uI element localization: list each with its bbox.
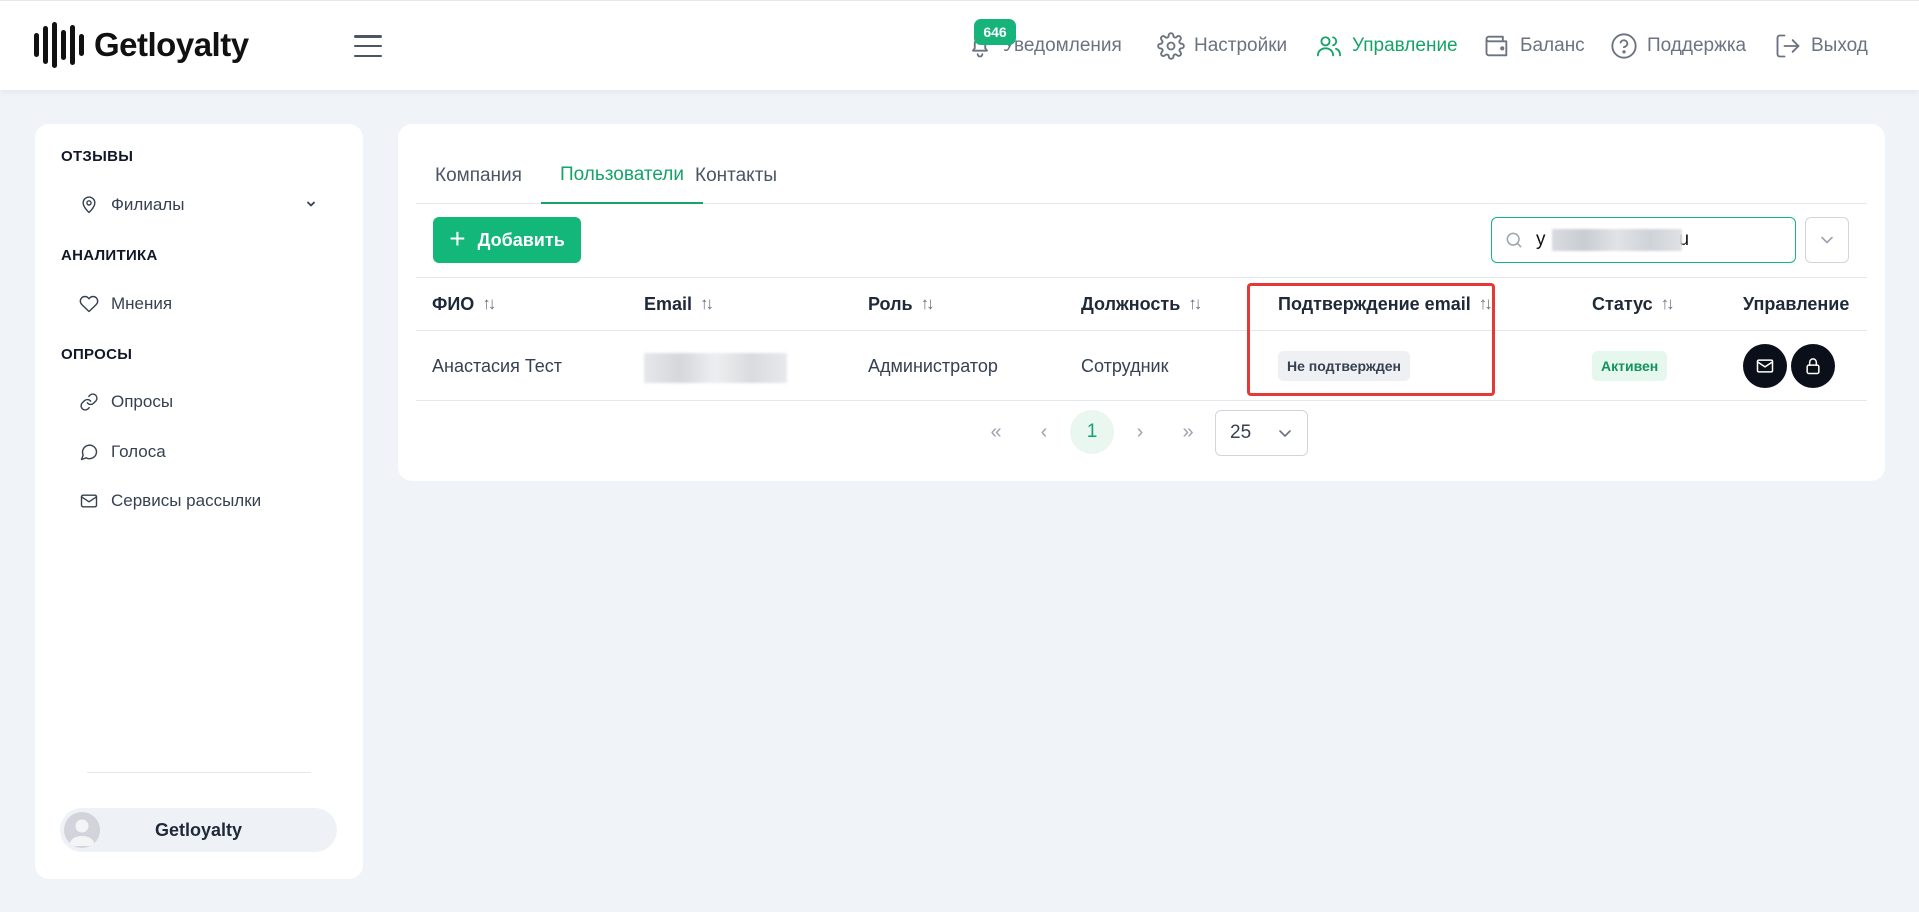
chevron-down-icon [1279, 430, 1291, 437]
column-header-email-confirmation-label: Подтверждение email [1278, 293, 1471, 314]
first-page-button[interactable]: « [974, 410, 1018, 454]
sort-icon: ↑↓ [1188, 294, 1202, 313]
column-header-role[interactable]: Роль ↑↓ [868, 278, 935, 330]
column-header-position[interactable]: Должность ↑↓ [1081, 278, 1202, 330]
lock-user-button[interactable] [1791, 344, 1835, 388]
heart-icon [79, 295, 99, 313]
column-header-name[interactable]: ФИО ↑↓ [432, 278, 496, 330]
column-header-email-label: Email [644, 293, 693, 314]
cell-email-redacted [644, 353, 787, 383]
plus-icon: + [449, 222, 466, 254]
nav-management[interactable]: Управление [1315, 29, 1458, 63]
question-circle-icon [1611, 33, 1637, 59]
email-unconfirmed-badge: Не подтвержден [1278, 351, 1410, 381]
sort-icon: ↑↓ [1478, 294, 1493, 313]
sidebar-item-opinions-label: Мнения [111, 294, 173, 313]
sort-icon: ↑↓ [1660, 294, 1675, 313]
column-header-position-label: Должность [1081, 293, 1181, 314]
column-header-actions-label: Управление [1743, 293, 1850, 314]
column-header-email-confirmation[interactable]: Подтверждение email ↑↓ [1278, 278, 1493, 330]
status-badge: Активен [1592, 351, 1668, 381]
nav-support-label: Поддержка [1647, 35, 1747, 56]
per-page-value: 25 [1230, 422, 1252, 443]
mail-icon [80, 494, 98, 508]
logo-text: Getloyalty [94, 26, 249, 63]
chevron-down-icon [1821, 236, 1833, 244]
column-header-name-label: ФИО [432, 293, 475, 314]
last-page-button[interactable]: » [1166, 410, 1210, 454]
send-email-button[interactable] [1743, 344, 1787, 388]
sidebar-section-reviews: ОТЗЫВЫ [61, 148, 134, 165]
add-user-button[interactable]: + Добавить [433, 217, 581, 263]
sidebar-section-surveys: ОПРОСЫ [61, 346, 133, 363]
gear-icon [1157, 32, 1185, 60]
tab-bar: Компания Пользователи Контакты [416, 148, 1867, 204]
page-number-current[interactable]: 1 [1070, 410, 1114, 454]
chevron-down-icon[interactable] [303, 196, 319, 212]
sidebar-item-branches-label: Филиалы [111, 195, 185, 214]
users-card: Компания Пользователи Контакты + Добавит… [398, 124, 1885, 481]
prev-page-button[interactable]: ‹ [1022, 410, 1066, 454]
user-name: Getloyalty [154, 819, 243, 840]
search-icon [1506, 232, 1522, 248]
notifications-count-badge: 646 [974, 19, 1016, 45]
user-profile[interactable]: Getloyalty [60, 808, 337, 852]
cell-role: Администратор [868, 355, 998, 376]
cell-position: Сотрудник [1081, 355, 1169, 376]
sidebar-divider [87, 772, 311, 773]
column-header-email[interactable]: Email ↑↓ [644, 278, 714, 330]
nav-management-label: Управление [1352, 35, 1458, 56]
nav-settings[interactable]: Настройки [1157, 29, 1287, 63]
logo-icon [34, 21, 84, 69]
table-row: Анастасия Тест Администратор Сотрудник Н… [416, 331, 1867, 401]
tab-contacts[interactable]: Контакты [676, 148, 796, 204]
sidebar-item-mailing-label: Сервисы рассылки [111, 491, 262, 510]
sort-icon: ↑↓ [700, 294, 714, 313]
sidebar-section-analytics: АНАЛИТИКА [61, 247, 158, 264]
lock-icon [1806, 358, 1820, 375]
nav-balance-label: Баланс [1520, 35, 1585, 56]
column-header-status-label: Статус [1592, 293, 1653, 314]
sort-icon: ↑↓ [482, 294, 496, 313]
cell-email-confirmation: Не подтвержден [1278, 331, 1410, 401]
cell-name: Анастасия Тест [432, 355, 563, 376]
logo[interactable]: Getloyalty [34, 21, 249, 69]
nav-notifications-label: Уведомления [1003, 35, 1122, 56]
per-page-select[interactable]: 25 [1215, 410, 1308, 456]
search-redacted-text [1552, 229, 1682, 251]
sidebar-item-votes-label: Голоса [111, 442, 166, 461]
sidebar-item-opinions[interactable]: Мнения [79, 289, 172, 319]
sort-icon: ↑↓ [920, 294, 935, 313]
sidebar-item-mailing[interactable]: Сервисы рассылки [79, 486, 261, 516]
mail-icon [1756, 359, 1774, 373]
link-icon [80, 393, 98, 411]
add-user-button-label: Добавить [477, 229, 565, 250]
column-header-status[interactable]: Статус ↑↓ [1592, 278, 1675, 330]
wallet-icon [1485, 35, 1508, 57]
sidebar: ОТЗЫВЫ Филиалы АНАЛИТИКА Мнения ОПРОСЫ О… [35, 124, 363, 879]
top-header: Getloyalty Уведомления 646 Настройки Упр… [0, 0, 1919, 90]
next-page-button[interactable]: › [1118, 410, 1162, 454]
nav-support[interactable]: Поддержка [1610, 29, 1746, 63]
nav-settings-label: Настройки [1194, 35, 1288, 56]
sidebar-item-polls[interactable]: Опросы [79, 387, 173, 417]
nav-logout-label: Выход [1811, 35, 1868, 56]
nav-logout[interactable]: Выход [1774, 29, 1868, 63]
sidebar-item-polls-label: Опросы [111, 392, 174, 411]
users-icon [1316, 36, 1342, 57]
nav-balance[interactable]: Баланс [1483, 29, 1585, 63]
table-header: ФИО ↑↓ Email ↑↓ Роль ↑↓ Должность ↑↓ Подтвер… [416, 277, 1867, 331]
filter-toggle-button[interactable] [1805, 217, 1849, 263]
column-header-role-label: Роль [868, 293, 913, 314]
sidebar-item-branches[interactable]: Филиалы [79, 190, 184, 220]
logout-icon [1776, 34, 1800, 58]
menu-toggle-icon[interactable] [354, 35, 382, 57]
sidebar-item-votes[interactable]: Голоса [79, 437, 166, 467]
map-pin-icon [82, 196, 96, 214]
search-field[interactable] [1491, 217, 1796, 263]
column-header-actions: Управление [1743, 278, 1849, 330]
cell-status: Активен [1592, 331, 1668, 401]
message-circle-icon [80, 444, 98, 461]
tab-company[interactable]: Компания [416, 148, 541, 204]
